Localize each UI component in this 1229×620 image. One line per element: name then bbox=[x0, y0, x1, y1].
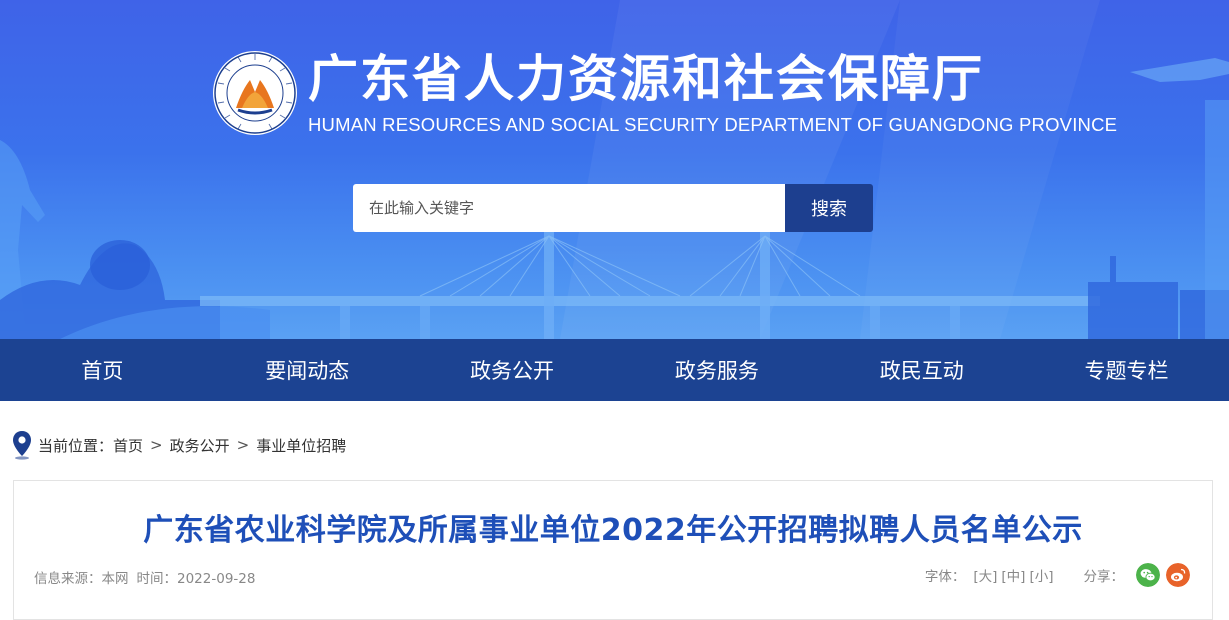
wechat-icon[interactable] bbox=[1136, 563, 1160, 587]
site-subtitle: HUMAN RESOURCES AND SOCIAL SECURITY DEPA… bbox=[308, 114, 1118, 135]
font-size-large[interactable]: [大] bbox=[973, 565, 997, 585]
article-panel: 广东省农业科学院及所属事业单位2022年公开招聘拟聘人员名单公示 信息来源：本网… bbox=[13, 480, 1213, 620]
site-branding[interactable]: 广东省人力资源和社会保障厅 HUMAN RESOURCES AND SOCIAL… bbox=[212, 50, 1117, 136]
nav-item-services[interactable]: 政务服务 bbox=[614, 339, 819, 401]
article-meta: 信息来源：本网 时间：2022-09-28 bbox=[34, 567, 263, 587]
search-button[interactable]: 搜索 bbox=[785, 184, 873, 232]
breadcrumb-home[interactable]: 首页 bbox=[113, 435, 143, 456]
breadcrumb: 当前位置： 首页 > 政务公开 > 事业单位招聘 bbox=[12, 430, 346, 460]
share-label: 分享： bbox=[1083, 569, 1125, 585]
breadcrumb-recruitment[interactable]: 事业单位招聘 bbox=[256, 435, 346, 456]
article-tools: 字体： [大] [中] [小] 分享： bbox=[925, 563, 1190, 587]
search-input[interactable] bbox=[353, 184, 785, 232]
article-time: 时间：2022-09-28 bbox=[136, 571, 256, 587]
article-title: 广东省农业科学院及所属事业单位2022年公开招聘拟聘人员名单公示 bbox=[143, 513, 1083, 548]
nav-item-home[interactable]: 首页 bbox=[0, 339, 205, 401]
article-source: 信息来源：本网 bbox=[34, 571, 129, 587]
font-size-label: 字体： bbox=[924, 569, 966, 585]
nav-item-topics[interactable]: 专题专栏 bbox=[1024, 339, 1229, 401]
emblem-icon bbox=[213, 51, 297, 135]
nav-item-public-affairs[interactable]: 政务公开 bbox=[410, 339, 615, 401]
weibo-icon[interactable] bbox=[1166, 563, 1190, 587]
breadcrumb-separator: > bbox=[236, 436, 250, 454]
header-banner: 广东省人力资源和社会保障厅 HUMAN RESOURCES AND SOCIAL… bbox=[0, 0, 1229, 339]
font-size-small[interactable]: [小] bbox=[1029, 565, 1053, 585]
nav-item-news[interactable]: 要闻动态 bbox=[205, 339, 410, 401]
breadcrumb-prefix: 当前位置： bbox=[38, 436, 114, 455]
location-pin-icon bbox=[13, 431, 31, 460]
font-size-medium[interactable]: [中] bbox=[1001, 565, 1025, 585]
main-nav: 首页 要闻动态 政务公开 政务服务 政民互动 专题专栏 bbox=[0, 339, 1229, 401]
site-title: 广东省人力资源和社会保障厅 bbox=[308, 50, 984, 108]
breadcrumb-public-affairs[interactable]: 政务公开 bbox=[170, 435, 230, 456]
nav-item-interaction[interactable]: 政民互动 bbox=[819, 339, 1024, 401]
search-bar: 搜索 bbox=[353, 184, 873, 232]
breadcrumb-separator: > bbox=[150, 436, 163, 454]
